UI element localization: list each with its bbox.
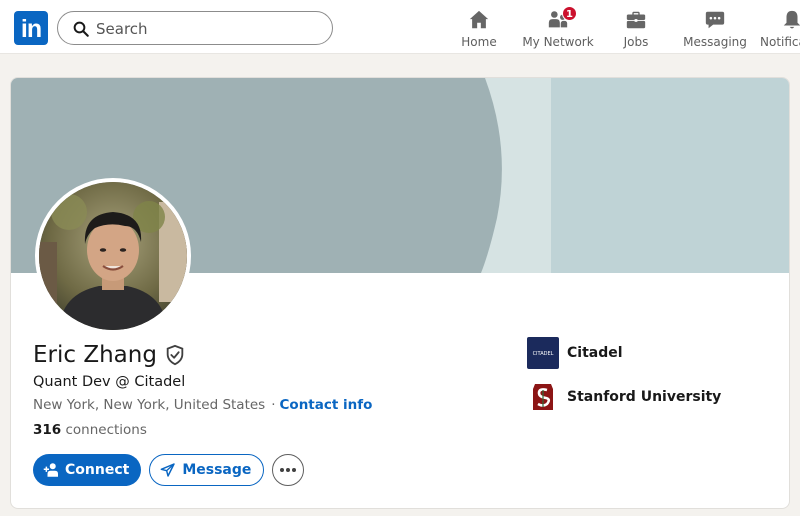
org-label-stanford: Stanford University [567,389,722,405]
org-label-citadel: Citadel [567,345,623,361]
home-icon [469,10,489,29]
profile-name-row: Eric Zhang [33,340,186,370]
profile-headline: Quant Dev @ Citadel [33,374,186,390]
profile-card: Eric Zhang Quant Dev @ Citadel New York,… [10,77,790,509]
separator-dot: · [271,397,276,413]
message-button[interactable]: Message [149,454,265,486]
nav-label-home: Home [461,35,497,49]
notification-badge: 1 [562,6,577,21]
nav-label-messaging: Messaging [683,35,747,49]
top-nav: in Home 1 My Network Jobs [0,0,800,54]
svg-text:CITADEL: CITADEL [533,351,554,357]
contact-info-link[interactable]: Contact info [280,397,373,413]
nav-label-jobs: Jobs [623,35,649,49]
stanford-logo [527,381,559,413]
nav-item-jobs[interactable]: Jobs [617,9,655,49]
message-label: Message [182,462,252,478]
bell-icon [783,10,800,29]
nav-item-home[interactable]: Home [458,9,500,49]
more-icon [280,468,297,472]
verified-shield-icon[interactable] [164,344,186,366]
profile-location-row: New York, New York, United States · Contac… [33,397,372,413]
nav-label-notifications: Notifications [760,35,800,49]
profile-name: Eric Zhang [33,342,157,368]
linkedin-logo[interactable]: in [14,11,48,45]
nav-item-notifications[interactable]: Notifications [760,9,800,49]
nav-item-messaging[interactable]: Messaging [682,9,748,49]
connections-label: connections [65,422,147,438]
send-icon [160,463,176,477]
profile-photo-image [39,182,187,330]
profile-photo[interactable] [35,178,191,334]
connections-count[interactable]: 316 connections [33,422,147,438]
org-stanford[interactable]: Stanford University [527,380,721,414]
profile-location: New York, New York, United States [33,397,266,413]
add-person-icon [43,463,58,477]
connect-button[interactable]: Connect [33,454,142,486]
nav-item-my-network[interactable]: 1 My Network [522,6,594,49]
connections-number: 316 [33,422,62,438]
more-actions-button[interactable] [272,454,305,486]
org-citadel[interactable]: CITADEL Citadel [527,336,623,370]
connect-label: Connect [65,462,130,478]
search-input[interactable] [96,18,321,40]
search-box[interactable] [57,11,333,45]
messaging-icon [705,11,725,29]
nav-label-my-network: My Network [522,35,594,49]
briefcase-icon [626,11,646,29]
citadel-logo: CITADEL [527,337,559,369]
profile-actions: Connect Message [33,454,305,486]
search-icon [73,21,89,37]
